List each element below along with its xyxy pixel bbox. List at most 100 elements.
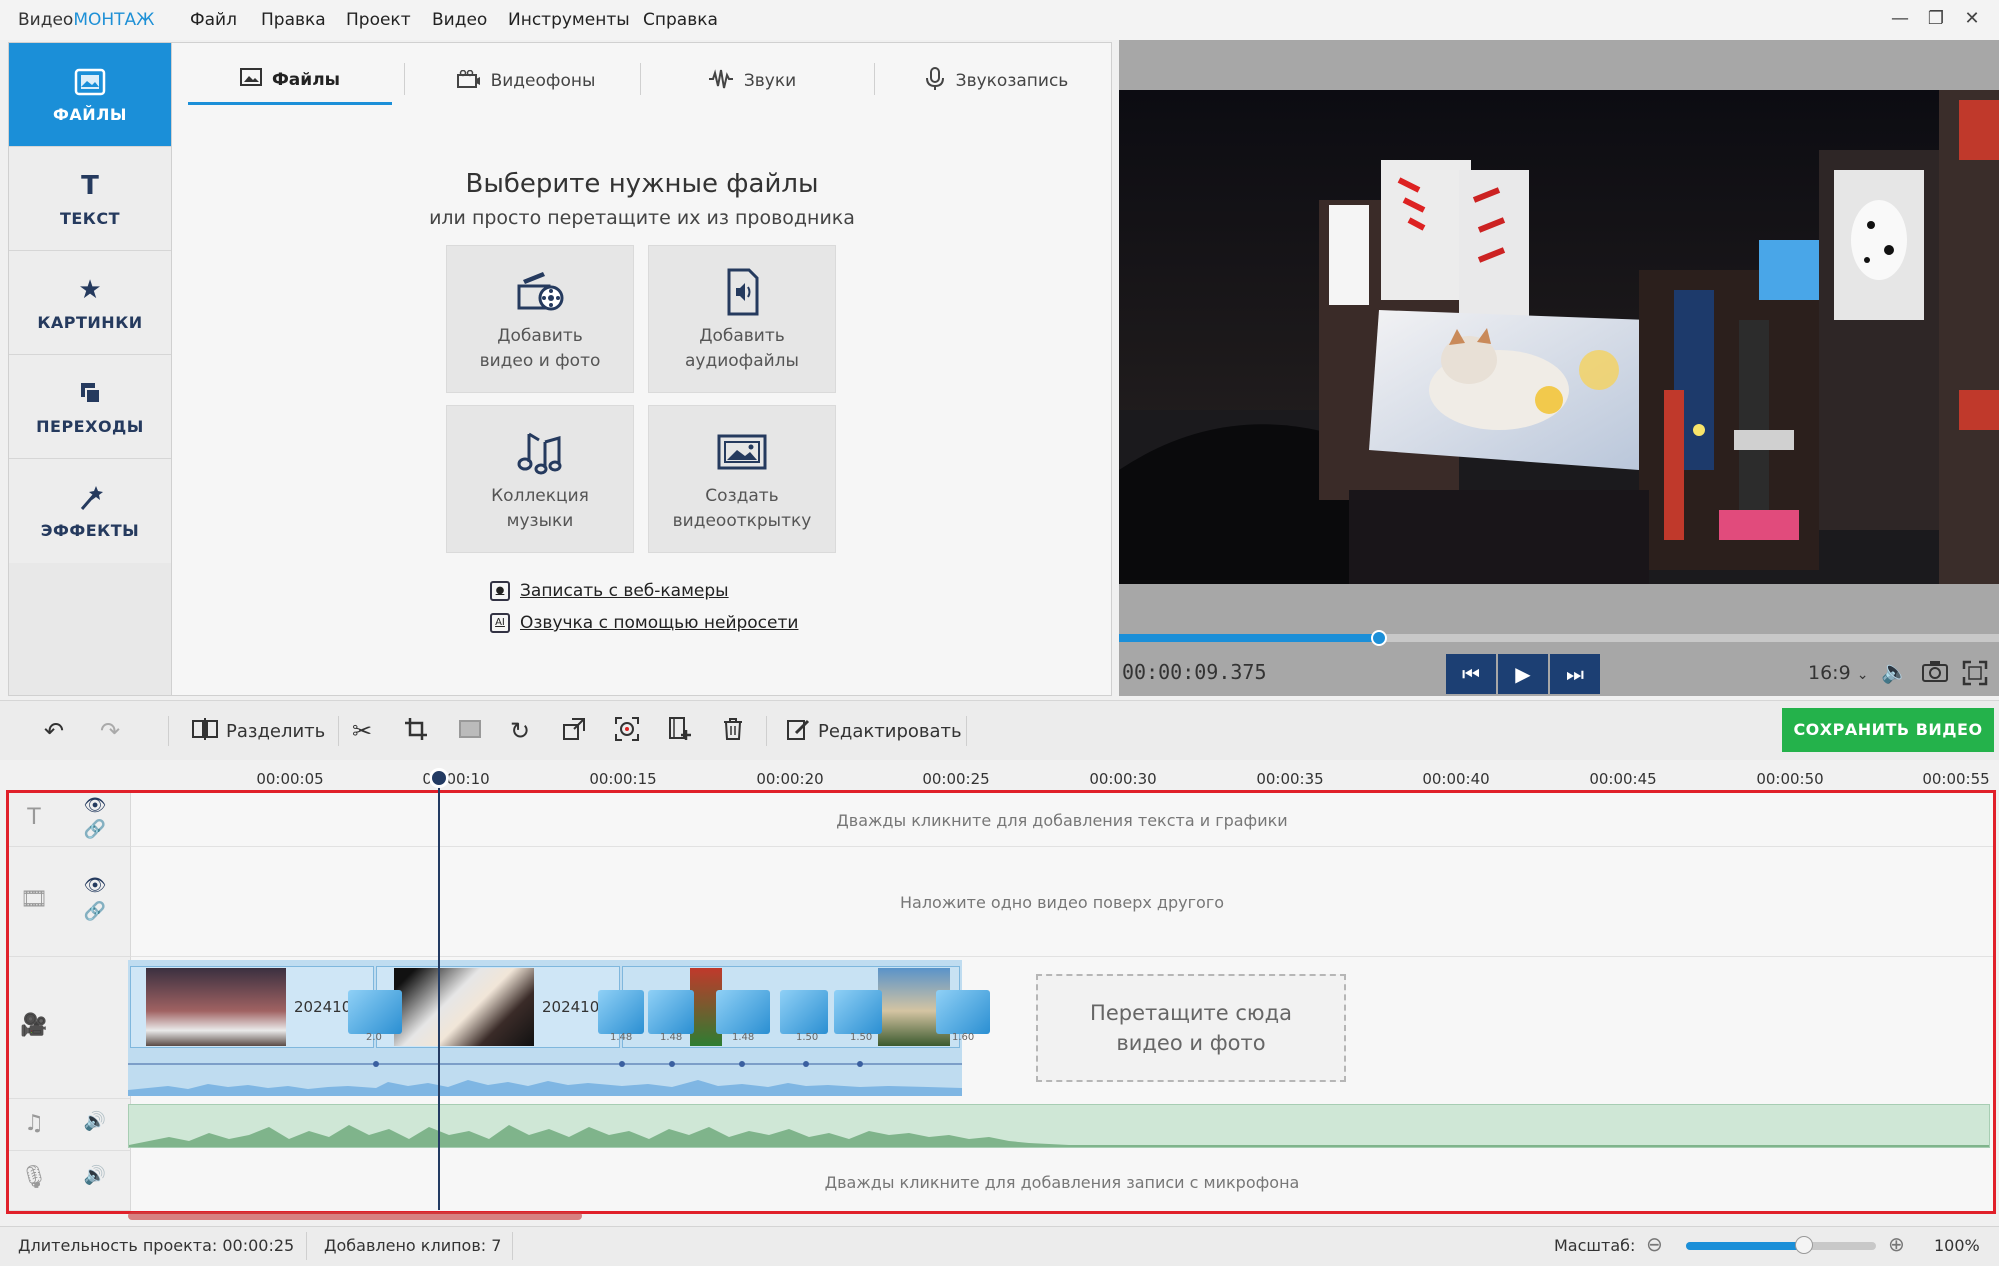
clip-label: 202410 [542,998,600,1016]
clip-audio-waveform [128,1061,962,1096]
link-icon[interactable]: 🔗 [83,901,107,922]
transition-marker[interactable] [834,990,882,1034]
speed-button[interactable] [562,716,586,746]
night-city-image [1119,90,1999,584]
image-icon [73,67,107,97]
transition-marker[interactable] [936,990,990,1034]
close-button[interactable]: ✕ [1958,8,1986,32]
redo-button[interactable]: ↷ [100,716,120,746]
menu-file[interactable]: Файл [190,10,237,30]
mic-track-hint: Дважды кликните для добавления записи с … [824,1173,1300,1192]
link-icon[interactable]: 🔗 [83,819,107,840]
status-divider [306,1232,307,1260]
crop-icon [404,717,428,746]
tab-sound-recording[interactable]: Звукозапись [886,57,1106,105]
undo-button[interactable]: ↶ [44,716,64,746]
drop-zone[interactable]: Перетащите сюда видео и фото [1036,974,1346,1082]
transition-marker[interactable] [780,990,828,1034]
music-collection-button[interactable]: Коллекция музыки [446,405,634,553]
cut-button[interactable]: ✂ [352,716,372,746]
link-label: Озвучка с помощью нейросети [520,613,799,633]
sidebar-item-text[interactable]: T ТЕКСТ [9,147,171,251]
stabilize-button[interactable] [614,716,640,746]
zoom-slider-handle[interactable] [1794,1236,1813,1254]
sidebar-item-transitions[interactable]: ПЕРЕХОДЫ [9,355,171,459]
speaker-icon[interactable]: 🔊 [83,1165,107,1186]
music-notes-icon [447,426,633,478]
webcam-record-link[interactable]: ● Записать с веб-камеры [490,581,729,601]
sidebar-item-files[interactable]: ФАЙЛЫ [9,43,171,147]
timeline-ruler[interactable]: 00:00:05 00:00:10 00:00:15 00:00:20 00:0… [0,760,1999,790]
image-icon [239,68,262,91]
button-label: Добавить [497,326,583,346]
menu-project[interactable]: Проект [346,10,411,30]
eye-icon[interactable]: 👁 [83,875,107,896]
ruler-tick: 00:00:15 [589,770,657,788]
transition-marker[interactable] [716,990,770,1034]
snapshot-button[interactable] [1920,660,1950,690]
delete-button[interactable] [722,716,744,746]
tab-video-backgrounds[interactable]: Видеофоны [416,57,636,105]
menu-video[interactable]: Видео [432,10,487,30]
create-videocard-button[interactable]: Создать видеооткрытку [648,405,836,553]
mic-track[interactable]: Дважды кликните для добавления записи с … [131,1151,1993,1211]
ruler-tick: 00:00:25 [922,770,990,788]
save-video-button[interactable]: СОХРАНИТЬ ВИДЕО [1782,708,1994,752]
overlay-track[interactable]: Наложите одно видео поверх другого [131,847,1993,957]
preview-frame[interactable] [1119,90,1999,584]
transition-marker[interactable] [598,990,644,1034]
speaker-icon[interactable]: 🔊 [83,1111,107,1132]
ruler-tick: 00:00:40 [1422,770,1490,788]
transition-marker[interactable] [348,990,402,1034]
split-button[interactable]: Разделить [192,716,325,746]
fullscreen-button[interactable] [1960,660,1990,690]
skip-back-button[interactable]: ⏮ [1446,654,1496,694]
scissors-icon: ✂ [352,717,373,745]
add-clip-button[interactable] [668,716,692,746]
ruler-tick: 00:00:05 [256,770,324,788]
ai-voiceover-link[interactable]: AI Озвучка с помощью нейросети [490,613,798,633]
rotate-button[interactable]: ↻ [510,716,530,746]
panel-heading: Выберите нужные файлы [465,169,819,199]
menu-help[interactable]: Справка [643,10,718,30]
menu-tools[interactable]: Инструменты [508,10,630,30]
tab-label: Видеофоны [490,71,596,91]
zoom-in-button[interactable]: ⊕ [1888,1232,1905,1256]
edit-button[interactable]: Редактировать [786,716,962,746]
menu-edit[interactable]: Правка [261,10,326,30]
zoom-out-button[interactable]: ⊖ [1646,1232,1663,1256]
sidebar-item-effects[interactable]: ЭФФЕКТЫ [9,459,171,563]
add-audio-button[interactable]: Добавить аудиофайлы [648,245,836,393]
playhead-handle[interactable] [429,768,449,788]
pencil-icon [786,717,810,746]
crop-button[interactable] [404,716,428,746]
waveform-icon [708,68,734,94]
webcam-icon: ● [490,581,510,601]
music-track[interactable] [128,1104,1990,1148]
preview-progress-handle[interactable] [1370,630,1387,646]
skip-forward-button[interactable]: ⏭ [1550,654,1600,694]
sidebar-item-images[interactable]: ★ КАРТИНКИ [9,251,171,355]
transition-duration: 1.48 [660,1032,683,1043]
toolbar-divider [766,716,767,746]
playhead[interactable] [438,770,440,1210]
aspect-button[interactable] [458,716,482,746]
sidebar-item-label: ФАЙЛЫ [52,105,127,124]
edit-label: Редактировать [818,720,962,742]
minimize-button[interactable]: — [1886,8,1914,32]
tab-divider [404,63,405,95]
tab-files[interactable]: Файлы [188,57,392,105]
add-video-photo-button[interactable]: Добавить видео и фото [446,245,634,393]
restore-button[interactable]: ❐ [1922,8,1950,32]
skip-back-icon: ⏮ [1462,662,1480,686]
button-label: Добавить [699,326,785,346]
volume-button[interactable]: 🔈 [1880,660,1910,690]
play-button[interactable]: ▶ [1498,654,1548,694]
tab-sounds[interactable]: Звуки [652,57,852,105]
text-track[interactable]: Дважды кликните для добавления текста и … [131,793,1993,847]
postcard-icon [649,426,835,478]
timeline-scrollbar[interactable] [128,1212,582,1220]
transition-marker[interactable] [648,990,694,1034]
eye-icon[interactable]: 👁 [83,795,107,816]
aspect-ratio-select[interactable]: 16:9 ⌄ [1808,662,1868,684]
